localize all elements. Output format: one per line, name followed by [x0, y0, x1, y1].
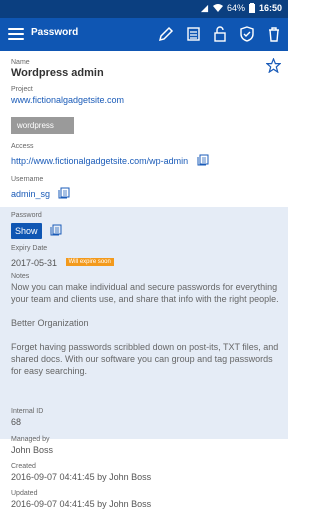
managed-by-section: Managed by John Boss [0, 435, 53, 456]
access-label: Access [11, 143, 34, 150]
notes-label: Notes [11, 273, 30, 280]
internal-id-section: Internal ID 68 [0, 407, 43, 428]
copy-icon[interactable] [50, 224, 62, 236]
password-label: Password [11, 212, 42, 219]
expiry-label: Expiry Date [11, 245, 48, 252]
project-link[interactable]: www.fictionalgadgetsite.com [11, 94, 124, 106]
list-icon[interactable] [185, 26, 201, 42]
wifi-icon [212, 3, 223, 12]
shield-icon[interactable] [239, 26, 255, 42]
created-label: Created [11, 463, 36, 470]
notes-paragraph-3: Forget having passwords scribbled down o… [11, 342, 279, 376]
name-label: Name [11, 59, 30, 66]
name-section: Name Wordpress admin [0, 58, 288, 80]
updated-label: Updated [11, 490, 38, 497]
username-value[interactable]: admin_sg [11, 189, 50, 199]
show-password-button[interactable]: Show [11, 223, 42, 239]
edit-icon[interactable] [158, 26, 174, 42]
clock: 16:50 [258, 3, 282, 13]
name-value: Wordpress admin [11, 67, 104, 79]
app-bar: Password [0, 18, 288, 51]
expiry-value: 2017-05-31 [11, 258, 58, 268]
lock-icon[interactable] [212, 26, 228, 42]
access-section: Access http://www.fictionalgadgetsite.co… [0, 142, 209, 169]
notes-paragraph-1: Now you can make individual and secure p… [11, 282, 279, 304]
internal-id-label: Internal ID [11, 408, 44, 415]
internal-id-value: 68 [11, 417, 22, 427]
battery-percent: 64% [226, 3, 245, 13]
copy-icon[interactable] [58, 187, 70, 199]
menu-icon[interactable] [8, 26, 24, 42]
signal-icon [200, 4, 209, 12]
project-label: Project [11, 86, 33, 93]
password-section: Password Show [0, 211, 62, 239]
tag-section: wordpress [0, 115, 74, 134]
battery-icon [248, 3, 255, 13]
page-title: Password [31, 27, 79, 38]
username-label: Username [11, 176, 44, 183]
managed-by-value: John Boss [11, 445, 54, 455]
created-value: 2016-09-07 04:41:45 by John Boss [11, 472, 152, 482]
created-section: Created 2016-09-07 04:41:45 by John Boss [0, 462, 151, 483]
status-bar: 64% 16:50 [0, 0, 288, 18]
notes-section: Notes Now you can make individual and se… [0, 272, 288, 377]
access-link[interactable]: http://www.fictionalgadgetsite.com/wp-ad… [11, 156, 188, 166]
trash-icon[interactable] [266, 26, 282, 42]
favorite-star-icon[interactable] [266, 58, 281, 73]
updated-section: Updated 2016-09-07 04:41:45 by John Boss [0, 489, 151, 510]
copy-icon[interactable] [197, 154, 209, 166]
expiry-section: Expiry Date 2017-05-31 Will expire soon [0, 244, 114, 271]
notes-paragraph-2: Better Organization [11, 318, 89, 328]
password-notes-block: Password Show Expiry Date 2017-05-31 Wil… [0, 207, 288, 439]
managed-by-label: Managed by [11, 436, 50, 443]
expiry-warning-badge: Will expire soon [65, 257, 114, 266]
tag-badge[interactable]: wordpress [11, 117, 74, 134]
updated-value: 2016-09-07 04:41:45 by John Boss [11, 499, 152, 509]
project-section: Project www.fictionalgadgetsite.com [0, 85, 124, 106]
username-section: Username admin_sg [0, 175, 70, 202]
